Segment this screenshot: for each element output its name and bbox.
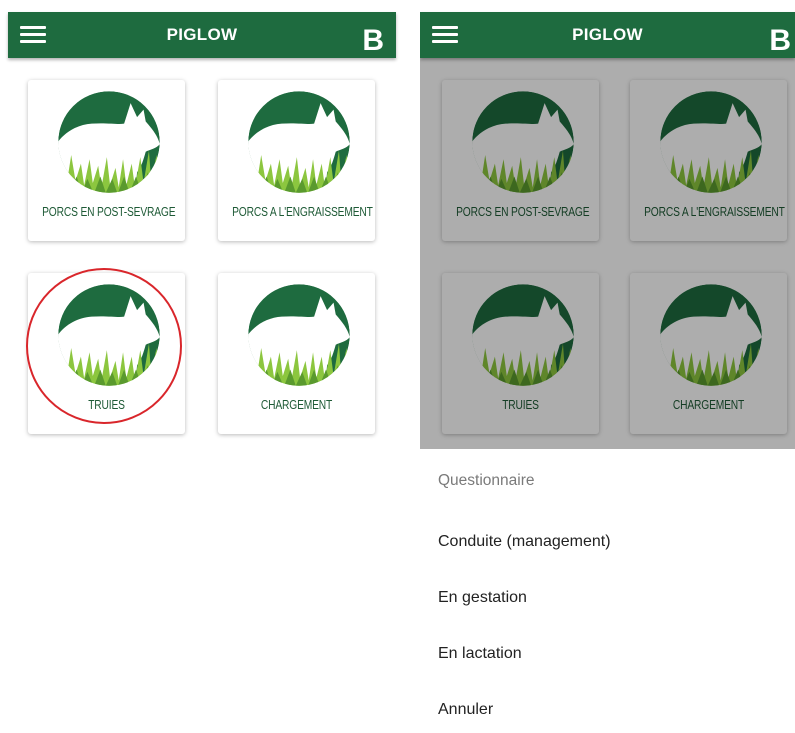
sheet-item-label: En gestation	[438, 589, 527, 606]
pig-logo-icon	[245, 281, 353, 389]
app-title: PIGLOW	[572, 25, 643, 44]
card-truies[interactable]: TRUIES	[28, 273, 185, 434]
sheet-item-label: Annuler	[438, 701, 494, 718]
card-label: CHARGEMENT	[672, 398, 745, 412]
card-truies[interactable]: TRUIES	[442, 273, 599, 434]
card-label: PORCS A L'ENGRAISSEMENT	[232, 205, 373, 219]
questionnaire-bottom-sheet: Questionnaire Conduite (management) En g…	[420, 449, 795, 733]
card-label: TRUIES	[502, 398, 539, 412]
sheet-item-label: En lactation	[438, 645, 522, 662]
pig-logo-icon	[469, 88, 577, 196]
pig-logo-icon	[245, 88, 353, 196]
pig-logo-icon	[55, 88, 163, 196]
card-label: CHARGEMENT	[260, 398, 333, 412]
sheet-item-annuler[interactable]: Annuler	[420, 691, 795, 731]
card-label: TRUIES	[88, 398, 125, 412]
card-porcs-engraissement[interactable]: PORCS A L'ENGRAISSEMENT	[630, 80, 787, 241]
card-porcs-post-sevrage[interactable]: PORCS EN POST-SEVRAGE	[28, 80, 185, 241]
card-chargement[interactable]: CHARGEMENT	[218, 273, 375, 434]
app-bar: PIGLOW B	[420, 12, 795, 58]
card-porcs-post-sevrage[interactable]: PORCS EN POST-SEVRAGE	[442, 80, 599, 241]
app-title: PIGLOW	[166, 25, 238, 44]
sheet-title: Questionnaire	[438, 472, 535, 489]
card-label: PORCS EN POST-SEVRAGE	[42, 205, 176, 219]
card-chargement[interactable]: CHARGEMENT	[630, 273, 787, 434]
card-porcs-engraissement[interactable]: PORCS A L'ENGRAISSEMENT	[218, 80, 375, 241]
card-label: PORCS EN POST-SEVRAGE	[456, 205, 590, 219]
pig-logo-icon	[657, 281, 765, 389]
app-bar: PIGLOW B	[8, 12, 396, 58]
card-label: PORCS A L'ENGRAISSEMENT	[644, 205, 785, 219]
sheet-item-gestation[interactable]: En gestation	[420, 579, 795, 619]
pig-logo-icon	[55, 281, 163, 389]
sheet-item-label: Conduite (management)	[438, 533, 611, 550]
home-screen-with-sheet: PIGLOW B PORCS EN POST-SEVRAGE PORCS A L…	[420, 0, 795, 733]
b-badge: B	[769, 24, 791, 57]
pig-logo-icon	[469, 281, 577, 389]
sheet-item-lactation[interactable]: En lactation	[420, 635, 795, 675]
home-screen: PIGLOW B PORCS EN POST-SEVRAGE PORCS A L…	[0, 0, 400, 733]
sheet-item-conduite[interactable]: Conduite (management)	[420, 523, 795, 563]
b-badge: B	[362, 24, 384, 57]
pig-logo-icon	[657, 88, 765, 196]
